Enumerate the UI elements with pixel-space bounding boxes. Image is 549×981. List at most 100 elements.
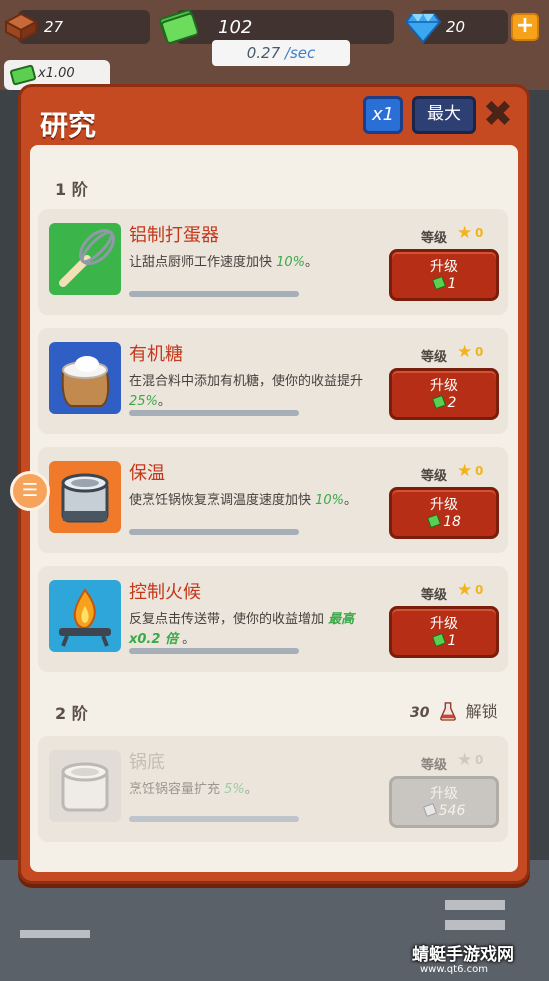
research-progress-bar <box>129 648 299 654</box>
income-rate-value: 0.27 <box>246 44 281 62</box>
research-name: 有机糖 <box>129 344 183 365</box>
research-description: 让甜点厨师工作速度加快 10%。 <box>129 253 379 273</box>
description-text: 烹饪锅容量扩充 <box>129 782 225 797</box>
upgrade-button[interactable]: 升级 1 <box>389 249 499 301</box>
description-end: 。 <box>305 255 319 270</box>
research-name: 锅底 <box>129 752 165 773</box>
level-label: 等级 <box>421 350 448 365</box>
level-label: 等级 <box>421 588 448 603</box>
research-progress-bar <box>129 291 299 297</box>
gems-value: 20 <box>446 18 466 36</box>
tier-2-unlock[interactable]: 30 解锁 <box>410 698 498 722</box>
upgrade-cost: 1 <box>392 633 496 649</box>
cash-icon <box>10 64 36 86</box>
cash-icon <box>431 276 446 290</box>
cash-icon <box>159 9 198 44</box>
upgrade-label: 升级 <box>430 378 458 394</box>
upgrade-cost: 2 <box>392 395 496 411</box>
pot-icon <box>49 750 121 822</box>
cash-icon <box>427 514 441 528</box>
level-label: 等级 <box>421 231 448 246</box>
research-description: 烹饪锅容量扩充 5%。 <box>129 780 379 800</box>
add-gems-button[interactable]: + <box>511 13 539 41</box>
research-item-insulation: 保温 使烹饪锅恢复烹调温度速度加快 10%。 等级 ★ 0 升级 18 <box>38 447 508 553</box>
max-button[interactable]: 最大 <box>412 96 476 134</box>
gem-icon <box>404 13 442 44</box>
description-text: 使烹饪锅恢复烹调温度速度加快 <box>129 493 316 508</box>
upgrade-button[interactable]: 升级 2 <box>389 368 499 420</box>
pot-icon <box>49 461 121 533</box>
level-value: 0 <box>475 583 484 597</box>
menu-icon[interactable]: ☰ <box>10 471 50 511</box>
research-description: 使烹饪锅恢复烹调温度速度加快 10%。 <box>129 491 379 511</box>
upgrade-label: 升级 <box>430 616 458 632</box>
research-item-organic-sugar: 有机糖 在混合料中添加有机糖，使你的收益提升 25%。 等级 ★ 0 升级 2 <box>38 328 508 434</box>
upgrade-label: 升级 <box>430 786 458 802</box>
upgrade-cost: 1 <box>392 276 496 292</box>
research-progress-bar <box>129 529 299 535</box>
research-description: 反复点击传送带，使你的收益增加 最高 x0.2 倍 。 <box>129 610 379 650</box>
cash-value: 102 <box>218 16 253 38</box>
research-progress-bar <box>129 410 299 416</box>
income-rate: 0.27 /sec <box>212 40 350 66</box>
unlock-label: 解锁 <box>465 702 498 721</box>
burner-flame-icon <box>49 580 121 652</box>
upgrade-cost-value: 1 <box>447 276 457 292</box>
multiplier-x1-button[interactable]: x1 <box>363 96 403 134</box>
research-item-heat-control: 控制火候 反复点击传送带，使你的收益增加 最高 x0.2 倍 。 等级 ★ 0 … <box>38 566 508 672</box>
upgrade-cost-value: 18 <box>443 514 461 530</box>
watermark-url: www.qt6.com <box>420 964 488 975</box>
description-end: 。 <box>177 632 196 647</box>
brick-icon <box>4 12 38 42</box>
crosswalk-stripe <box>445 920 505 930</box>
star-icon: ★ <box>457 342 473 362</box>
level-label: 等级 <box>421 469 448 484</box>
level-value: 0 <box>475 345 484 359</box>
level-label: 等级 <box>421 758 448 773</box>
star-icon: ★ <box>457 223 473 243</box>
bricks-value: 27 <box>44 18 64 36</box>
description-bonus: 25% <box>129 394 158 409</box>
description-text: 让甜点厨师工作速度加快 <box>129 255 277 270</box>
research-item-whisk: 铝制打蛋器 让甜点厨师工作速度加快 10%。 等级 ★ 0 升级 1 <box>38 209 508 315</box>
unlock-cost: 30 <box>410 705 430 721</box>
research-name: 控制火候 <box>129 582 201 603</box>
star-icon: ★ <box>457 750 473 770</box>
crosswalk-stripe <box>445 900 505 910</box>
research-progress-bar <box>129 816 299 822</box>
description-end: 。 <box>157 394 171 409</box>
upgrade-cost-value: 546 <box>438 803 466 819</box>
upgrade-button[interactable]: 升级 1 <box>389 606 499 658</box>
flask-icon <box>439 702 456 721</box>
level-value: 0 <box>475 753 484 767</box>
description-text: 在混合料中添加有机糖，使你的收益提升 <box>129 374 364 389</box>
description-bonus: 5% <box>224 782 245 797</box>
sugar-sack-icon <box>49 342 121 414</box>
upgrade-button[interactable]: 升级 18 <box>389 487 499 539</box>
cash-icon <box>431 395 446 409</box>
upgrade-label: 升级 <box>430 259 458 275</box>
level-value: 0 <box>475 226 484 240</box>
research-name: 保温 <box>129 463 165 484</box>
star-icon: ★ <box>457 461 473 481</box>
close-icon[interactable]: ✖ <box>480 96 516 134</box>
upgrade-cost-value: 2 <box>447 395 457 411</box>
research-description: 在混合料中添加有机糖，使你的收益提升 25%。 <box>129 372 379 412</box>
upgrade-cost: 18 <box>392 514 496 530</box>
tier-2-label: 2 阶 <box>55 704 88 723</box>
description-end: 。 <box>344 493 358 508</box>
description-bonus: 10% <box>315 493 345 508</box>
research-name: 铝制打蛋器 <box>129 225 219 246</box>
upgrade-button[interactable]: 升级 546 <box>389 776 499 828</box>
multiplier-value: x1.00 <box>38 66 75 81</box>
upgrade-cost: 546 <box>392 803 496 819</box>
crosswalk-stripe <box>20 930 90 938</box>
description-bonus: 10% <box>276 255 306 270</box>
watermark-text: 蜻蜓手游戏网 <box>412 945 514 965</box>
description-end: 。 <box>244 782 258 797</box>
income-rate-unit: /sec <box>284 44 316 62</box>
level-value: 0 <box>475 464 484 478</box>
research-item-pot-bottom: 锅底 烹饪锅容量扩充 5%。 等级 ★ 0 升级 546 <box>38 736 508 842</box>
tier-1-label: 1 阶 <box>55 180 88 199</box>
description-text: 反复点击传送带，使你的收益增加 <box>129 612 329 627</box>
